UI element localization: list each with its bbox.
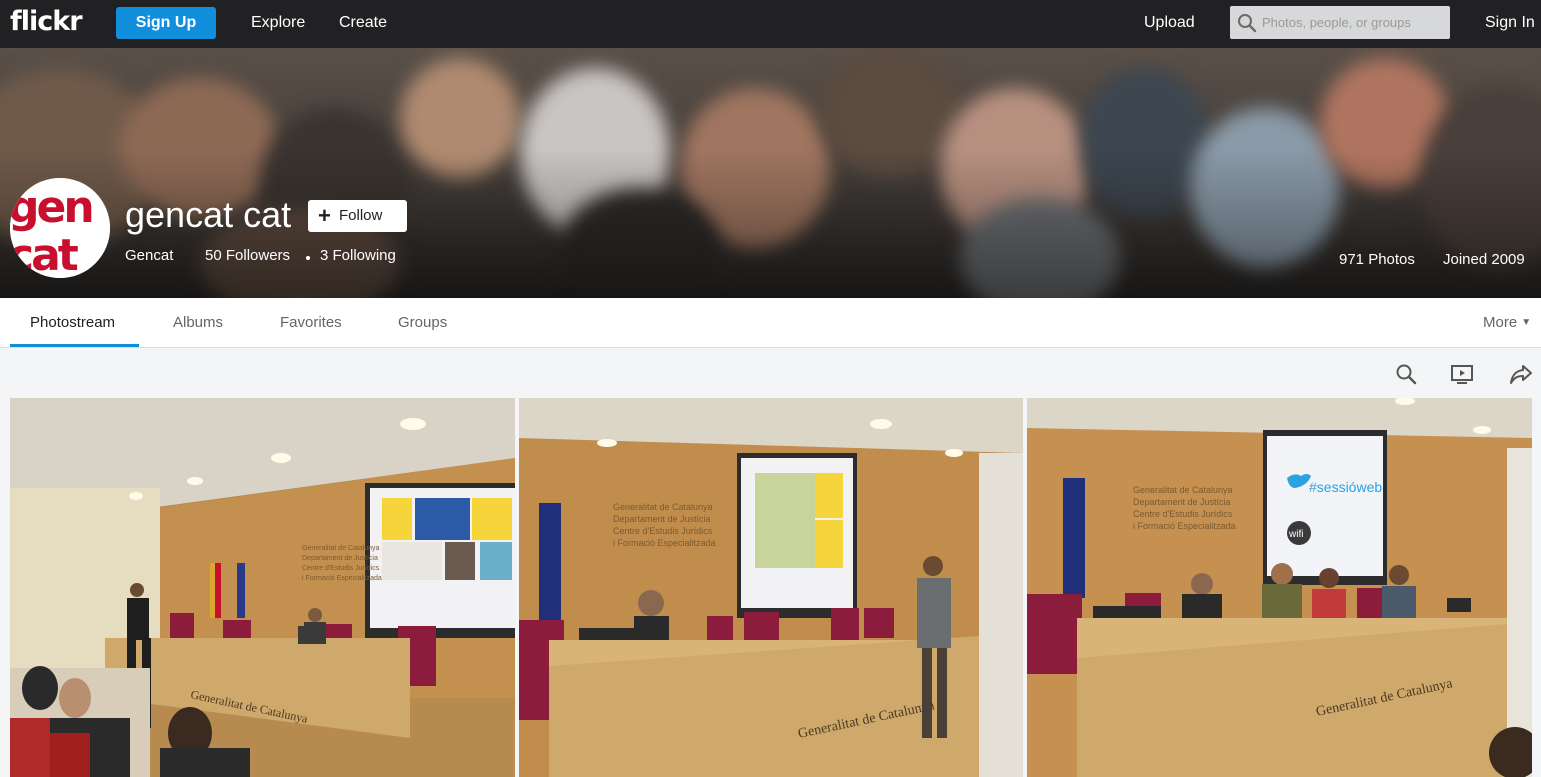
conference-photo-1: Generalitat de Catalunya Departament de … [10,398,515,777]
more-label: More [1483,314,1518,331]
tab-favorites[interactable]: Favorites [280,314,342,331]
following-link[interactable]: 3 Following [320,247,396,264]
tab-photostream[interactable]: Photostream [30,314,115,331]
conference-photo-2: Generalitat de Catalunya Departament de … [519,398,1023,777]
flickr-logo[interactable]: flickr [10,6,83,37]
wall-sign-line-4: i Formació Especialitzada [1133,521,1236,531]
screen-hashtag: #sessióweb [1309,479,1382,495]
wall-sign-line-1: Generalitat de Catalunya [613,502,713,512]
wall-sign-line-1: Generalitat de Catalunya [302,545,380,552]
profile-username: gencat cat [125,194,292,235]
profile-avatar[interactable]: gen cat [10,178,110,278]
more-menu[interactable]: More ▼ [1483,314,1531,331]
photo-count: 971 Photos [1339,251,1415,268]
wall-sign-line-1: Generalitat de Catalunya [1133,485,1233,495]
tab-albums[interactable]: Albums [173,314,223,331]
profile-realname: Gencat [125,247,174,264]
wall-sign-line-2: Departament de Justícia [613,514,711,524]
tab-groups[interactable]: Groups [398,314,447,331]
wall-sign-line-3: Centre d'Estudis Jurídics [302,565,380,572]
search-box[interactable] [1230,6,1450,39]
wall-sign-line-2: Departament de Justícia [302,555,378,562]
follow-label: Follow [339,207,383,224]
photo-thumbnail[interactable]: Generalitat de Catalunya Departament de … [519,398,1023,777]
search-icon [1238,14,1257,33]
sign-up-button[interactable]: Sign Up [116,7,216,39]
photo-thumbnail[interactable]: Generalitat de Catalunya Departament de … [10,398,515,777]
follow-button[interactable]: + Follow [308,200,407,232]
profile-cover-photo: gen cat gencat cat + Follow Gencat 50 Fo… [0,48,1541,298]
followers-link[interactable]: 50 Followers [205,247,290,264]
wall-sign-line-3: Centre d'Estudis Jurídics [1133,509,1233,519]
photo-thumbnail[interactable]: #sessióweb wifi Generalitat de Catalunya… [1027,398,1532,777]
upload-link[interactable]: Upload [1144,14,1195,32]
gencat-logo-icon: gen cat [10,178,110,278]
top-navigation-bar: flickr Sign Up Explore Create Upload Sig… [0,0,1541,48]
wall-sign-line-3: Centre d'Estudis Jurídics [613,526,713,536]
wall-sign-line-4: i Formació Especialitzada [302,575,382,582]
explore-link[interactable]: Explore [251,14,305,32]
sign-in-link[interactable]: Sign In [1485,14,1535,32]
share-icon[interactable] [1509,362,1533,386]
caret-down-icon: ▼ [1521,317,1532,328]
wall-sign-line-4: i Formació Especialitzada [613,538,716,548]
search-icon[interactable] [1394,362,1418,386]
avatar-text-cat: cat [10,230,79,278]
wall-sign-line-2: Departament de Justícia [1133,497,1231,507]
screen-wifi-label: wifi [1288,529,1303,540]
plus-icon: + [318,203,331,228]
search-input[interactable] [1262,10,1442,35]
slideshow-icon[interactable] [1450,362,1474,386]
separator-dot [306,256,310,260]
avatar-text-gen: gen [10,182,92,233]
active-tab-indicator [10,344,139,347]
conference-photo-3: #sessióweb wifi Generalitat de Catalunya… [1027,398,1532,777]
create-link[interactable]: Create [339,14,387,32]
profile-tabs: Photostream Albums Favorites Groups More… [0,298,1541,348]
joined-date: Joined 2009 [1443,251,1525,268]
